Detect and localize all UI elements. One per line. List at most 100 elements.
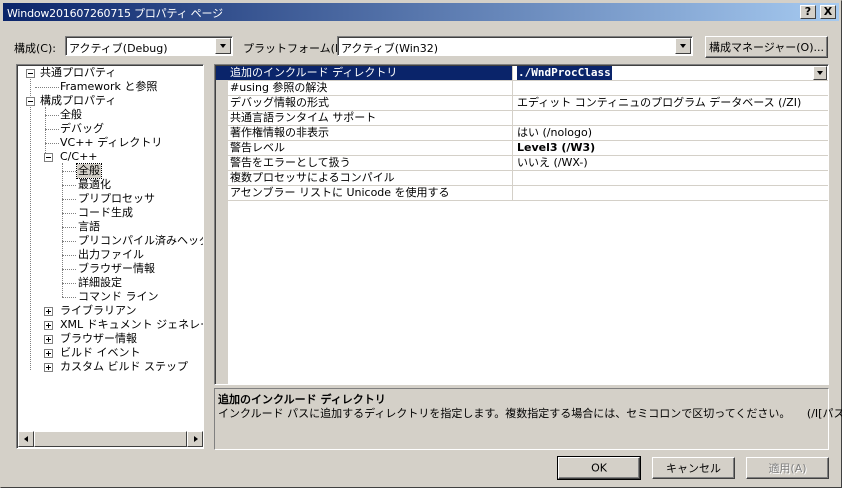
description-text: インクルード パスに追加するディレクトリを指定します。複数指定する場合には、セミ… [218,407,842,420]
ok-button[interactable]: OK [557,456,641,480]
tree-line [45,143,59,144]
tree-item-librarian[interactable]: ライブラリアン [59,304,138,318]
property-name[interactable]: 著作権情報の非表示 [216,126,513,140]
tree-item-code-generation[interactable]: コード生成 [77,206,134,220]
property-row[interactable]: 複数プロセッサによるコンパイル [216,171,828,186]
collapse-icon[interactable] [26,69,35,78]
property-name[interactable]: デバッグ情報の形式 [216,96,513,110]
tree-line [30,100,31,370]
property-row[interactable]: 共通言語ランタイム サポート [216,111,828,126]
config-label: 構成(C): [14,42,56,55]
tree-item-optimization[interactable]: 最適化 [77,178,112,192]
tree-item-cpp-general[interactable]: 全般 [76,163,102,179]
ok-label: OK [591,461,607,475]
collapse-icon[interactable] [44,153,53,162]
property-row[interactable]: #using 参照の解決 [216,81,828,96]
property-value[interactable] [514,111,828,125]
tree-line [45,115,59,116]
chevron-down-icon[interactable] [813,66,827,80]
property-name[interactable]: 追加のインクルード ディレクトリ [216,66,513,80]
help-button[interactable]: ? [800,5,816,19]
scroll-thumb[interactable] [34,431,187,447]
tree-line [62,199,76,200]
tree-item-advanced[interactable]: 詳細設定 [77,276,123,290]
tree-horizontal-scrollbar[interactable] [18,431,203,447]
tree-line [62,213,76,214]
property-grid[interactable]: 追加のインクルード ディレクトリ ./WndProcClass #using 参… [214,64,829,385]
property-row[interactable]: 警告レベル Level3 (/W3) [216,141,828,156]
property-name[interactable]: 共通言語ランタイム サポート [216,111,513,125]
property-row[interactable]: 警告をエラーとして扱う いいえ (/WX-) [216,156,828,171]
tree-item-browse-info[interactable]: ブラウザー情報 [77,262,156,276]
apply-label: 適用(A) [768,462,807,475]
tree-item-xml-doc-generator[interactable]: XML ドキュメント ジェネレーター [59,318,203,332]
tree-line [62,227,76,228]
config-value: アクティブ(Debug) [69,42,168,55]
tree-item-config-properties[interactable]: 構成プロパティ [39,94,117,108]
config-manager-button[interactable]: 構成マネージャー(O)... [705,36,828,58]
config-manager-label: 構成マネージャー(O)... [709,41,824,54]
property-value[interactable]: はい (/nologo) [514,126,828,140]
cancel-label: キャンセル [666,462,721,475]
property-row[interactable]: 追加のインクルード ディレクトリ ./WndProcClass [216,66,828,81]
category-tree[interactable]: 共通プロパティ Framework と参照 構成プロパティ 全般 デバッグ VC… [16,64,204,449]
tree-item-general[interactable]: 全般 [59,108,83,122]
tree-item-language[interactable]: 言語 [77,220,101,234]
tree-item-precompiled-headers[interactable]: プリコンパイル済みヘッダー [77,234,203,248]
tree-line [62,241,76,242]
tree-line [62,171,76,172]
property-name[interactable]: 警告レベル [216,141,513,155]
expand-icon[interactable] [44,363,53,372]
property-name[interactable]: 複数プロセッサによるコンパイル [216,171,513,185]
property-value[interactable]: ./WndProcClass [517,66,612,80]
description-pane: 追加のインクルード ディレクトリ インクルード パスに追加するディレクトリを指定… [214,388,842,450]
tree-line [62,297,76,298]
property-value-field[interactable]: ./WndProcClass [514,66,828,80]
tree-item-cpp[interactable]: C/C++ [59,150,99,164]
property-row[interactable]: デバッグ情報の形式 エディット コンティニュのプログラム データベース (/ZI… [216,96,828,111]
tree-line [62,185,76,186]
apply-button[interactable]: 適用(A) [746,457,829,479]
property-row[interactable]: アセンブラー リストに Unicode を使用する [216,186,828,201]
window-title: Window201607260715 プロパティ ページ [7,7,223,20]
platform-select[interactable]: アクティブ(Win32) [337,36,693,56]
property-value[interactable]: エディット コンティニュのプログラム データベース (/ZI) [514,96,828,110]
title-bar[interactable]: Window201607260715 プロパティ ページ ? X [3,3,839,21]
expand-icon[interactable] [44,307,53,316]
tree-item-vc-directories[interactable]: VC++ ディレクトリ [59,136,163,150]
tree-item-build-events[interactable]: ビルド イベント [59,346,142,360]
close-button[interactable]: X [820,5,836,19]
property-name[interactable]: 警告をエラーとして扱う [216,156,513,170]
tree-item-framework-references[interactable]: Framework と参照 [59,80,158,94]
platform-label: プラットフォーム(P): [243,42,350,55]
tree-item-command-line[interactable]: コマンド ライン [77,290,160,304]
tree-line [62,163,63,297]
tree-item-common-properties[interactable]: 共通プロパティ [39,66,117,80]
property-name[interactable]: #using 参照の解決 [216,81,513,95]
property-value[interactable] [514,171,828,185]
property-row[interactable]: 著作権情報の非表示 はい (/nologo) [216,126,828,141]
tree-line [62,269,76,270]
platform-value: アクティブ(Win32) [341,42,439,55]
property-value[interactable]: いいえ (/WX-) [514,156,828,170]
tree-item-debugging[interactable]: デバッグ [59,122,105,136]
property-pages-dialog: Window201607260715 プロパティ ページ ? X 構成(C): … [0,0,842,488]
expand-icon[interactable] [44,321,53,330]
property-value[interactable] [514,186,828,200]
property-name[interactable]: アセンブラー リストに Unicode を使用する [216,186,513,200]
scroll-left-icon[interactable] [18,431,34,447]
scroll-right-icon[interactable] [187,431,203,447]
tree-item-preprocessor[interactable]: プリプロセッサ [77,192,156,206]
property-value[interactable] [514,81,828,95]
expand-icon[interactable] [44,349,53,358]
property-value[interactable]: Level3 (/W3) [514,141,828,155]
tree-item-custom-build-step[interactable]: カスタム ビルド ステップ [59,360,189,374]
collapse-icon[interactable] [26,97,35,106]
cancel-button[interactable]: キャンセル [652,457,735,479]
tree-item-output-files[interactable]: 出力ファイル [77,248,145,262]
expand-icon[interactable] [44,335,53,344]
chevron-down-icon[interactable] [675,38,691,54]
tree-item-browse-info-2[interactable]: ブラウザー情報 [59,332,138,346]
chevron-down-icon[interactable] [215,38,231,54]
config-select[interactable]: アクティブ(Debug) [65,36,233,56]
